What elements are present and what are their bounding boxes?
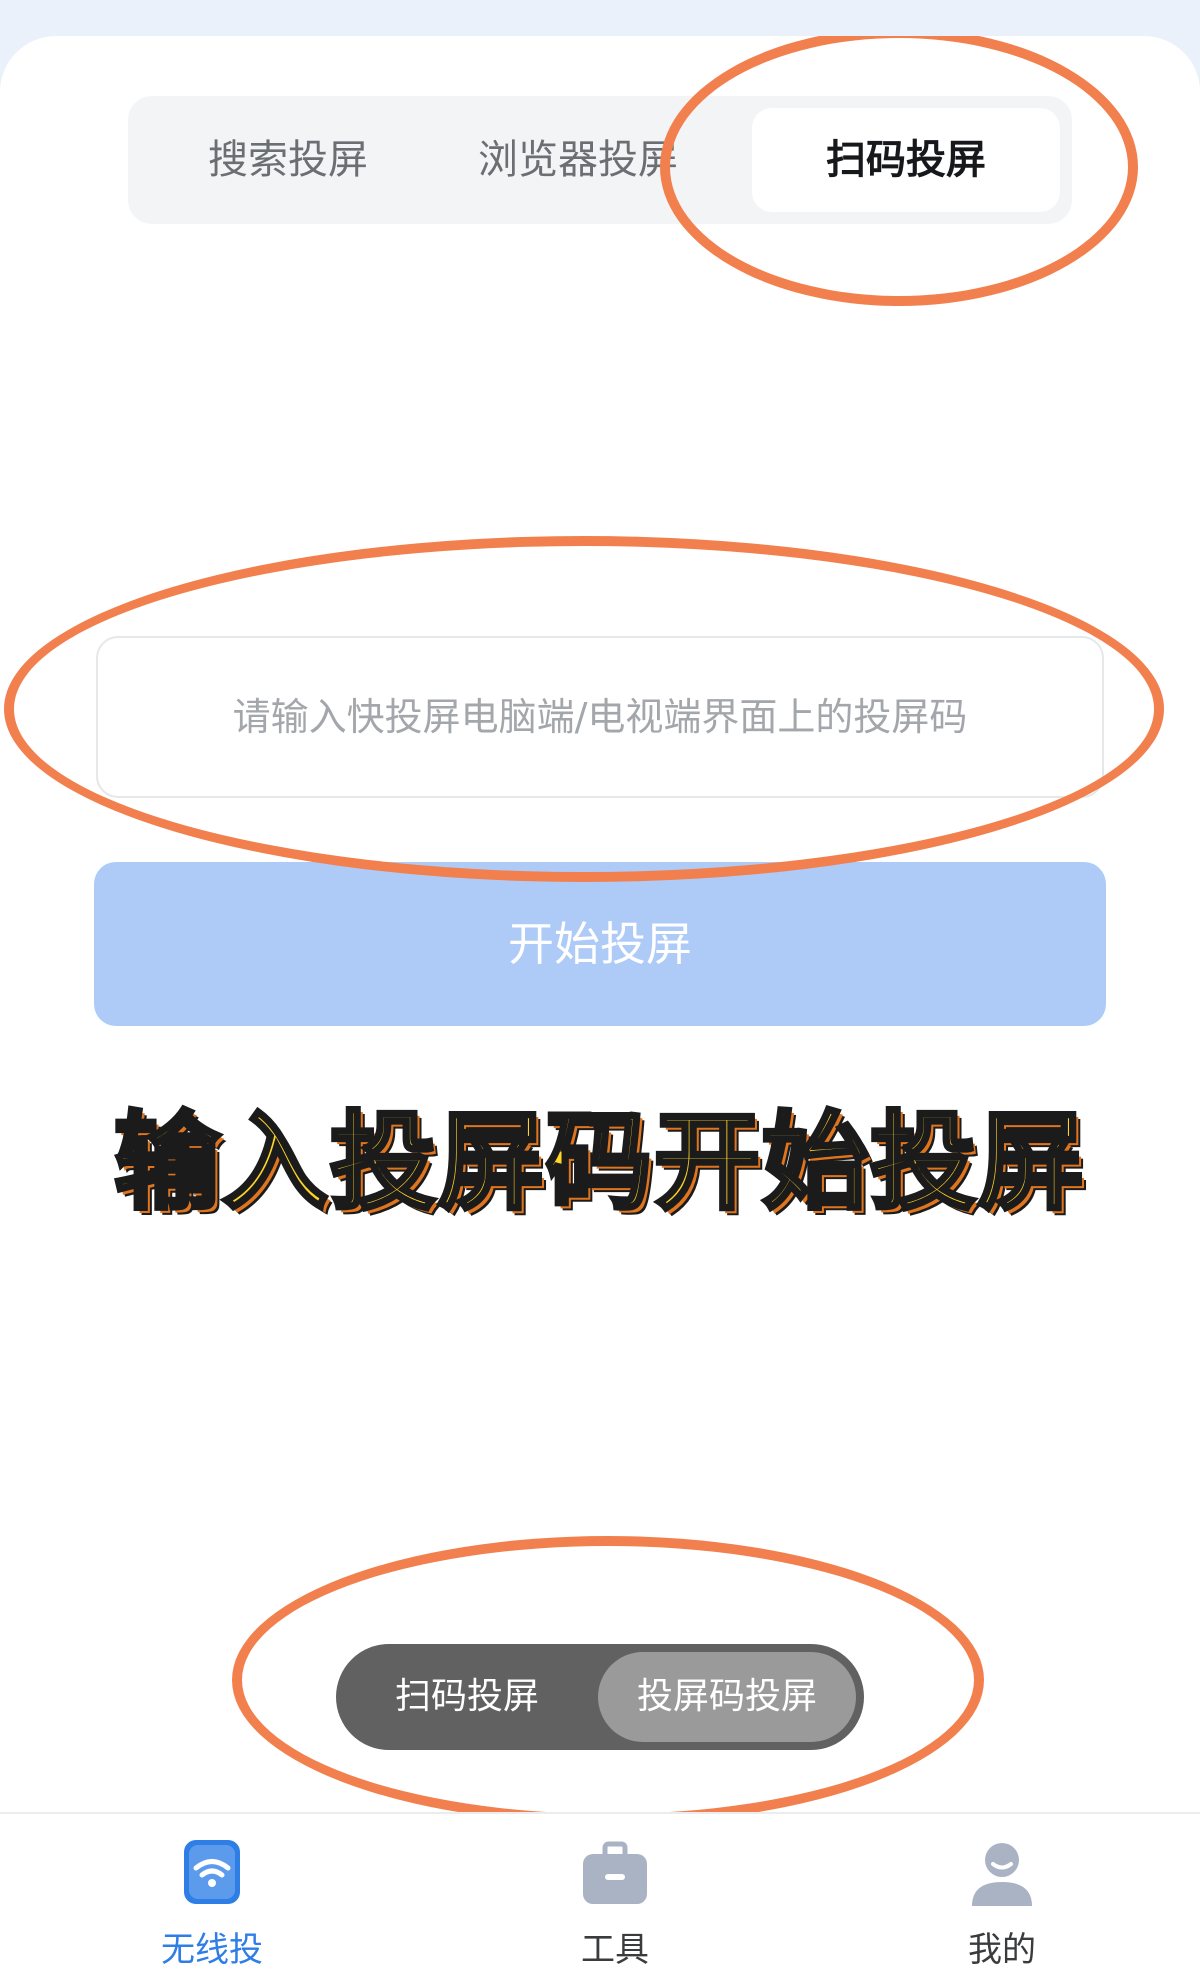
tab-scan-cast[interactable]: 扫码投屏: [752, 108, 1060, 212]
nav-label-wireless-cast: 无线投: [161, 1930, 263, 1970]
nav-label-profile: 我的: [968, 1930, 1036, 1970]
tab-browser-cast[interactable]: 浏览器投屏: [428, 108, 728, 212]
cast-mode-tabs: 搜索投屏 浏览器投屏 扫码投屏: [128, 96, 1072, 224]
nav-item-tools[interactable]: 工具: [505, 1830, 725, 1980]
toolbox-icon: [583, 1841, 647, 1904]
user-icon: [972, 1843, 1032, 1906]
toggle-scan-cast[interactable]: 扫码投屏: [344, 1652, 590, 1742]
toggle-code-cast[interactable]: 投屏码投屏: [598, 1652, 856, 1742]
app-screen: 搜索投屏 浏览器投屏 扫码投屏 开始投屏 输入投屏码开始投屏 扫码投屏 投屏码投…: [0, 36, 1200, 1985]
wifi-cast-icon: [184, 1840, 240, 1904]
nav-item-wireless-cast[interactable]: 无线投: [102, 1830, 322, 1980]
start-cast-button[interactable]: 开始投屏: [94, 862, 1106, 1026]
cast-code-input[interactable]: [96, 636, 1104, 798]
overlay-headline: 输入投屏码开始投屏: [112, 1099, 1086, 1226]
nav-label-tools: 工具: [581, 1930, 649, 1970]
tab-search-cast[interactable]: 搜索投屏: [128, 108, 448, 212]
nav-item-profile[interactable]: 我的: [892, 1830, 1112, 1980]
bottom-nav: 无线投 工具 我的: [0, 1812, 1200, 1985]
scan-mode-toggle: 扫码投屏 投屏码投屏: [336, 1644, 864, 1750]
